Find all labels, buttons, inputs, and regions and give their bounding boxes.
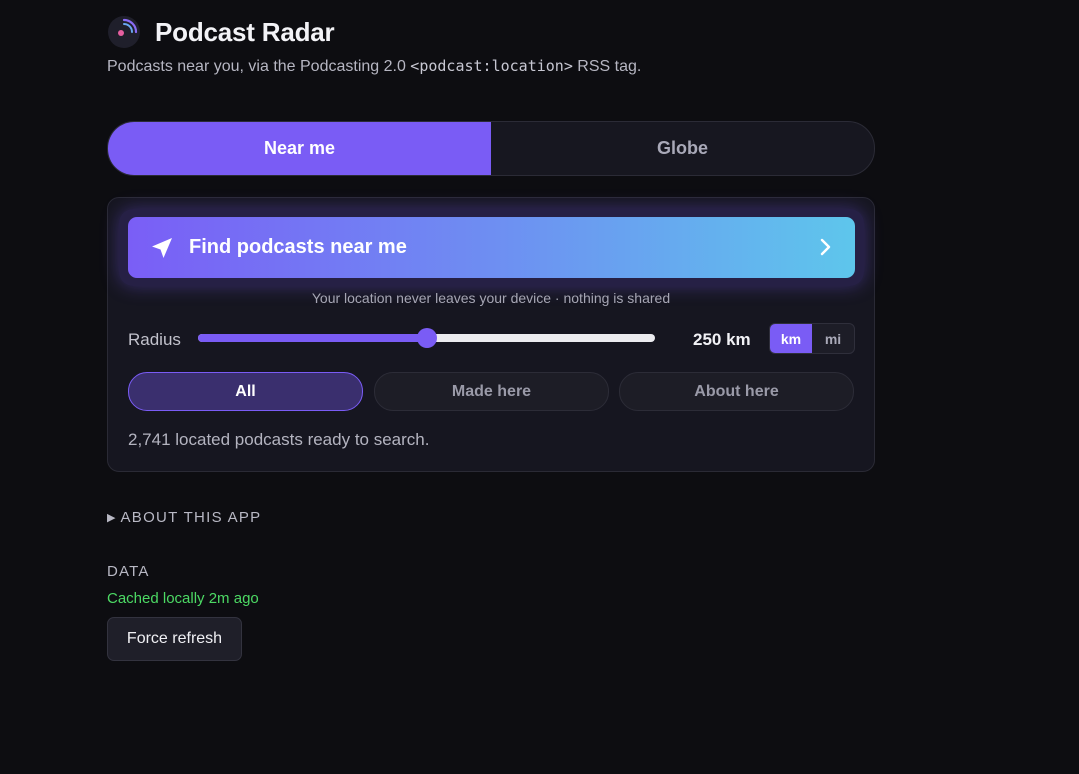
radius-label: Radius [128, 330, 181, 349]
app-title: Podcast Radar [155, 16, 335, 47]
chevron-right-icon [819, 236, 833, 258]
about-label: ABOUT THIS APP [120, 509, 262, 526]
status-text: 2,741 located podcasts ready to search. [128, 430, 430, 449]
find-podcasts-button[interactable]: Find podcasts near me [128, 217, 855, 278]
location-arrow-icon [150, 236, 174, 260]
app-subtitle: Podcasts near you, via the Podcasting 2.… [107, 57, 641, 76]
privacy-note: Your location never leaves your device ·… [311, 290, 671, 306]
radar-icon [107, 15, 141, 49]
tab-globe[interactable]: Globe [491, 122, 874, 175]
unit-km[interactable]: km [770, 324, 812, 353]
slider-thumb[interactable] [417, 328, 437, 348]
mode-toggle: Near me Globe [107, 121, 875, 176]
slider-fill [198, 334, 427, 342]
radius-slider[interactable] [198, 328, 655, 348]
about-toggle[interactable]: ▶ ABOUT THIS APP [107, 509, 262, 526]
filter-about-here[interactable]: About here [619, 372, 854, 411]
tab-near-me[interactable]: Near me [108, 122, 491, 175]
filter-all[interactable]: All [128, 372, 363, 411]
find-button-label: Find podcasts near me [189, 236, 407, 258]
location-tag-code: <podcast:location> [410, 57, 573, 75]
filter-chips: All Made here About here [128, 372, 855, 411]
unit-toggle: km mi [769, 323, 855, 354]
radius-value: 250 km [693, 330, 751, 349]
cache-status: Cached locally 2m ago [107, 590, 259, 607]
subtitle-text: Podcasts near you, via the Podcasting 2.… [107, 58, 411, 75]
subtitle-suffix: RSS tag. [572, 58, 642, 75]
unit-mi[interactable]: mi [812, 324, 854, 353]
search-panel: Find podcasts near me Your location neve… [107, 197, 875, 472]
disclosure-triangle-icon: ▶ [107, 512, 116, 524]
force-refresh-button[interactable]: Force refresh [107, 617, 242, 661]
app-header: Podcast Radar [107, 14, 335, 50]
data-heading: DATA [107, 563, 150, 580]
filter-made-here[interactable]: Made here [374, 372, 609, 411]
